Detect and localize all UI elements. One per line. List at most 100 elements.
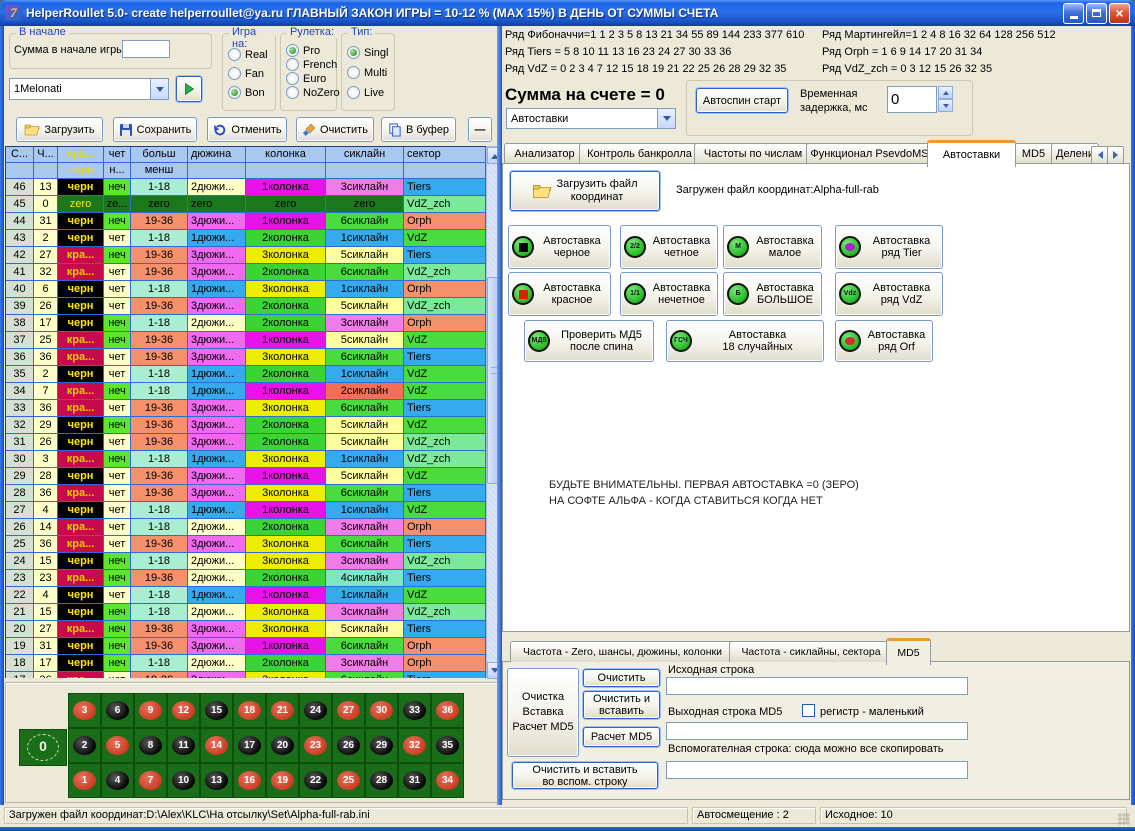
autostake-большое-button[interactable]: БАвтоставкаБОЛЬШОЕ [723, 272, 822, 316]
autostake-ряд-orf-button[interactable]: Автоставкаряд Orf [835, 320, 933, 362]
autostake-после-спина-button[interactable]: МД5Проверить МД5после спина [524, 320, 654, 362]
md5-clear-paste-aux-button[interactable]: Очистить и вставитьво вспом. строку [512, 762, 658, 789]
roulette-cell-8[interactable]: 8 [134, 728, 167, 763]
roulette-cell-36[interactable]: 36 [431, 693, 464, 728]
delay-spinner[interactable] [938, 86, 953, 112]
roulette-cell-15[interactable]: 15 [200, 693, 233, 728]
register-checkbox[interactable] [802, 704, 815, 717]
roulette-cell-4[interactable]: 4 [101, 763, 134, 798]
roulette-cell-14[interactable]: 14 [200, 728, 233, 763]
table-row[interactable]: 224чернчет1-181дюжи...1колонка1сиклайнVd… [6, 587, 486, 604]
в буфер-button[interactable]: В буфер [381, 117, 456, 142]
roulette-cell-13[interactable]: 13 [200, 763, 233, 798]
roulette-cell-35[interactable]: 35 [431, 728, 464, 763]
table-row[interactable]: 347кра...неч1-181дюжи...1колонка2сиклайн… [6, 383, 486, 400]
table-row[interactable]: 450zeroze...zerozerozerozeroVdZ_zch [6, 196, 486, 213]
table-row[interactable]: 2536кра...чет19-363дюжи...3колонка6сикла… [6, 536, 486, 553]
autostake-малое-button[interactable]: MАвтоставкамалое [723, 225, 822, 269]
table-row[interactable]: 1931черннеч19-363дюжи...1колонка6сиклайн… [6, 638, 486, 655]
roulette-cell-11[interactable]: 11 [167, 728, 200, 763]
md5-clear-button[interactable]: Очистить [583, 669, 660, 687]
title-bar[interactable]: 7 HelperRoullet 5.0- create helperroulle… [0, 0, 1135, 26]
table-row[interactable]: 3817черннеч1-182дюжи...2колонка3сиклайнO… [6, 315, 486, 332]
roulette-cell-0[interactable]: 0 [19, 729, 67, 766]
bottom-tab-2[interactable]: Частота - сиклайны, сектора [729, 641, 893, 662]
chevron-down-icon[interactable] [150, 79, 168, 99]
roulette-cell-27[interactable]: 27 [332, 693, 365, 728]
roulette-cell-12[interactable]: 12 [167, 693, 200, 728]
radio-roulette-kind-euro[interactable]: Euro [286, 72, 326, 85]
table-row[interactable]: 432чернчет1-181дюжи...2колонка1сиклайнVd… [6, 230, 486, 247]
table-row[interactable]: 2836кра...чет19-363дюжи...3колонка6сикла… [6, 485, 486, 502]
autostake-18-случайных-button[interactable]: ГСЧАвтоставка18 случайных [666, 320, 824, 362]
start-sum-input[interactable] [122, 40, 170, 58]
autostake-четное-button[interactable]: 2/2Автоставкачетное [620, 225, 718, 269]
spinner-up-icon[interactable] [938, 86, 953, 99]
autospin-start-button[interactable]: Автоспин старт [696, 88, 788, 113]
tab-функционал-psevdoms[interactable]: Функционал PsevdoMS [806, 143, 933, 164]
table-row[interactable]: 2415черннеч1-182дюжи...3колонка3сиклайнV… [6, 553, 486, 570]
tab-контроль-банкролла[interactable]: Контроль банкролла [579, 143, 700, 164]
profile-combo[interactable]: 1Melonati [9, 78, 169, 100]
tab-scroll-right[interactable] [1107, 146, 1124, 164]
table-row[interactable]: 274чернчет1-181дюжи...1колонка1сиклайнVd… [6, 502, 486, 519]
roulette-cell-17[interactable]: 17 [233, 728, 266, 763]
table-row[interactable]: 4227кра...неч19-363дюжи...3колонка5сикла… [6, 247, 486, 264]
radio-roulette-kind-pro[interactable]: Pro [286, 44, 320, 57]
load-coords-button[interactable]: Загрузить файлкоординат [510, 171, 660, 211]
panel-splitter[interactable] [497, 26, 502, 805]
table-row[interactable]: 3229черннеч19-363дюжи...2колонка5сиклайн… [6, 417, 486, 434]
table-row[interactable]: 3636кра...чет19-363дюжи...3колонка6сикла… [6, 349, 486, 366]
autostake-черное-button[interactable]: Автоставкачерное [508, 225, 611, 269]
roulette-cell-10[interactable]: 10 [167, 763, 200, 798]
roulette-cell-29[interactable]: 29 [365, 728, 398, 763]
отменить-button[interactable]: Отменить [207, 117, 287, 142]
delay-input[interactable]: 0 [887, 86, 937, 113]
resize-grip[interactable] [1118, 813, 1130, 825]
roulette-cell-9[interactable]: 9 [134, 693, 167, 728]
roulette-cell-19[interactable]: 19 [266, 763, 299, 798]
roulette-cell-32[interactable]: 32 [398, 728, 431, 763]
bottom-tab-3[interactable]: MD5 [886, 638, 931, 665]
radio-roulette-kind-french[interactable]: French [286, 58, 337, 71]
roulette-cell-18[interactable]: 18 [233, 693, 266, 728]
загрузить-button[interactable]: Загрузить [16, 117, 103, 142]
autostake-ряд-tier-button[interactable]: Автоставкаряд Tier [835, 225, 943, 269]
table-row[interactable]: 4431черннеч19-363дюжи...1колонка6сиклайн… [6, 213, 486, 230]
roulette-cell-33[interactable]: 33 [398, 693, 431, 728]
roulette-cell-6[interactable]: 6 [101, 693, 134, 728]
table-row[interactable]: 3926чернчет19-363дюжи...2колонка5сиклайн… [6, 298, 486, 315]
tab-scroll-left[interactable] [1091, 146, 1108, 164]
roulette-cell-5[interactable]: 5 [101, 728, 134, 763]
table-row[interactable]: 352чернчет1-181дюжи...2колонка1сиклайнVd… [6, 366, 486, 383]
tab-частоты-по-числам[interactable]: Частоты по числам [694, 143, 812, 164]
md5-clear-and-paste-button[interactable]: Очистить ивставить [583, 691, 660, 719]
autostake-ряд-vdz-button[interactable]: VdzАвтоставкаряд VdZ [835, 272, 943, 316]
table-row[interactable]: 3126чернчет19-363дюжи...2колонка5сиклайн… [6, 434, 486, 451]
roulette-cell-3[interactable]: 3 [68, 693, 101, 728]
roulette-cell-25[interactable]: 25 [332, 763, 365, 798]
maximize-button[interactable] [1086, 3, 1107, 24]
table-row[interactable]: 1736кра...чет19-363дюжи...3колонка6сикла… [6, 672, 486, 678]
radio-type-singl[interactable]: Singl [347, 46, 388, 59]
table-row[interactable]: 1817черннеч1-182дюжи...2колонка3сиклайнO… [6, 655, 486, 672]
roulette-cell-31[interactable]: 31 [398, 763, 431, 798]
table-row[interactable]: 3725кра...неч19-363дюжи...1колонка5сикла… [6, 332, 486, 349]
roulette-cell-28[interactable]: 28 [365, 763, 398, 798]
tab-анализатор[interactable]: Анализатор [504, 143, 585, 164]
table-row[interactable]: 2115черннеч1-182дюжи...3колонка3сиклайнV… [6, 604, 486, 621]
roulette-cell-2[interactable]: 2 [68, 728, 101, 763]
roulette-cell-23[interactable]: 23 [299, 728, 332, 763]
table-row[interactable]: 2027кра...неч19-363дюжи...3колонка5сикла… [6, 621, 486, 638]
table-row[interactable]: 2928чернчет19-363дюжи...1колонка5сиклайн… [6, 468, 486, 485]
roulette-cell-34[interactable]: 34 [431, 763, 464, 798]
spinner-down-icon[interactable] [938, 99, 953, 112]
radio-game-on-real[interactable]: Real [228, 48, 268, 61]
roulette-cell-30[interactable]: 30 [365, 693, 398, 728]
roulette-cell-26[interactable]: 26 [332, 728, 365, 763]
radio-type-multi[interactable]: Multi [347, 66, 387, 79]
bottom-tab-1[interactable]: Частота - Zero, шансы, дюжины, колонки [510, 641, 735, 662]
play-button[interactable] [176, 76, 202, 102]
roulette-cell-21[interactable]: 21 [266, 693, 299, 728]
autostakes-combo[interactable]: Автоставки [506, 108, 676, 129]
